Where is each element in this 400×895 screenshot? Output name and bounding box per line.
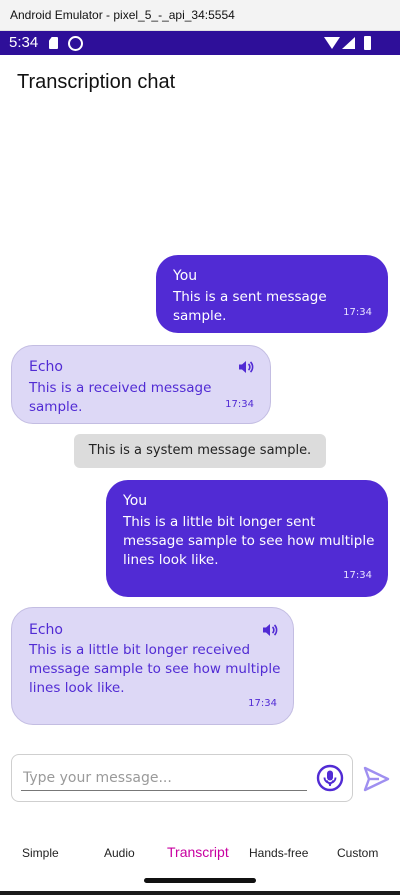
message-time: 17:34 [248,698,277,709]
message-time: 17:34 [343,307,372,318]
message-text: This is a received message sample. [29,380,212,415]
message-composer [11,754,353,802]
home-gesture-handle[interactable] [144,878,256,883]
system-message: This is a system message sample. [74,434,326,468]
tab-audio[interactable]: Audio [104,846,135,860]
status-bar: 5:34 [0,31,400,55]
emulator-title-bar: Android Emulator - pixel_5_-_api_34:5554 [0,0,400,31]
system-navigation-bar [0,868,400,895]
message-time: 17:34 [343,570,372,581]
speaker-icon[interactable] [262,622,278,638]
tab-hands-free[interactable]: Hands-free [249,846,308,860]
send-icon[interactable] [362,765,390,793]
message-sender: You [173,268,198,284]
message-sender: Echo [29,359,63,375]
tab-custom[interactable]: Custom [337,846,378,860]
message-time: 17:34 [225,399,254,410]
message-input[interactable] [21,765,307,791]
received-message: Echo This is a little bit longer receive… [11,607,294,725]
sent-message: You This is a little bit longer sent mes… [106,480,388,597]
bottom-tab-bar: Simple Audio Transcript Hands-free Custo… [0,838,400,868]
tab-transcript[interactable]: Transcript [167,844,229,860]
message-text: This is a little bit longer sent message… [123,514,375,568]
status-time: 5:34 [9,34,39,51]
sent-message: You This is a sent message sample. 17:34 [156,255,388,333]
page-title: Transcription chat [17,71,176,93]
microphone-icon[interactable] [316,764,344,792]
signal-icon [342,37,355,49]
wifi-icon [324,37,340,49]
message-sender: You [123,493,148,509]
battery-icon [364,36,371,50]
received-message: Echo This is a received message sample. … [11,345,271,424]
message-text: This is a little bit longer received mes… [29,642,281,696]
speaker-icon[interactable] [238,359,254,375]
tab-simple[interactable]: Simple [22,846,59,860]
sd-card-icon [49,37,58,49]
emulator-title: Android Emulator - pixel_5_-_api_34:5554 [10,8,235,22]
message-sender: Echo [29,622,63,638]
screen-bottom-edge [0,891,400,895]
notification-icon [68,36,83,51]
system-message-text: This is a system message sample. [88,443,312,458]
